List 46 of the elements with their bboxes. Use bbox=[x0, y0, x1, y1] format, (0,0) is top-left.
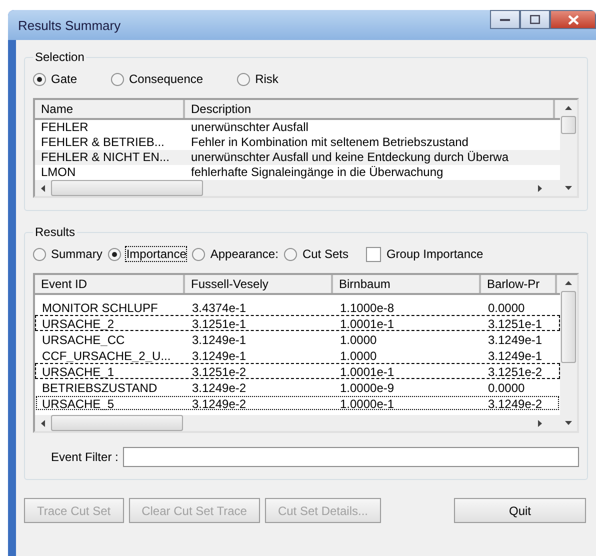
scroll-left-icon[interactable] bbox=[41, 420, 45, 426]
horizontal-scrollbar[interactable] bbox=[35, 180, 560, 196]
scroll-down-icon[interactable] bbox=[565, 186, 572, 190]
scroll-left-icon[interactable] bbox=[41, 184, 45, 192]
column-header[interactable]: Event ID bbox=[35, 275, 185, 293]
group-title: Results bbox=[34, 225, 76, 239]
close-button[interactable] bbox=[550, 10, 596, 29]
group-title: Selection bbox=[34, 50, 86, 64]
table-row[interactable]: MONITOR SCHLUPF 3.4374e-1 1.1000e-8 0.0000 bbox=[35, 299, 560, 315]
radio-option[interactable]: Importance bbox=[108, 247, 186, 261]
vertical-scrollbar[interactable] bbox=[560, 100, 577, 196]
column-header[interactable]: Barlow-Pr bbox=[481, 275, 557, 293]
list-row[interactable]: FEHLER unerwünschter Ausfall bbox=[35, 120, 560, 135]
table-row[interactable]: BETRIEBSZUSTAND 3.1249e-2 1.0000e-9 0.0000 bbox=[35, 379, 560, 395]
maximize-button[interactable] bbox=[520, 10, 550, 29]
scroll-down-icon[interactable] bbox=[565, 421, 572, 425]
radio-option[interactable]: Risk bbox=[237, 72, 278, 86]
dialog-button[interactable]: Quit bbox=[454, 498, 586, 523]
horizontal-scrollbar[interactable] bbox=[35, 415, 560, 431]
column-header[interactable]: Fussell-Vesely bbox=[185, 275, 333, 293]
radio-option[interactable]: Cut Sets bbox=[284, 247, 348, 261]
column-header[interactable]: Description bbox=[185, 100, 555, 118]
column-header[interactable]: Birnbaum bbox=[333, 275, 481, 293]
window-title: Results Summary bbox=[18, 18, 121, 32]
group-importance-checkbox[interactable]: Group Importance bbox=[366, 246, 484, 262]
column-header[interactable]: Name bbox=[35, 100, 185, 118]
scroll-thumb[interactable] bbox=[561, 291, 576, 363]
event-filter-field[interactable] bbox=[123, 447, 579, 467]
scroll-thumb[interactable] bbox=[561, 116, 576, 134]
list-row[interactable]: LMON fehlerhafte Signaleingänge in die Überwachung bbox=[35, 165, 560, 180]
radio-option[interactable]: Appearance: bbox=[192, 247, 278, 261]
scroll-up-icon[interactable] bbox=[565, 106, 572, 110]
scroll-thumb[interactable] bbox=[51, 180, 203, 196]
list-row[interactable]: FEHLER & BETRIEB... Fehler in Kombination mit seltenem Betriebszustand bbox=[35, 135, 560, 150]
maximize-icon bbox=[530, 15, 540, 24]
list-row[interactable]: FEHLER & NICHT EN... unerwünschter Ausfall und keine Entdeckung durch Überwa bbox=[35, 150, 560, 165]
scroll-up-icon[interactable] bbox=[565, 281, 572, 285]
field-label: Event Filter : bbox=[51, 450, 118, 464]
scroll-thumb[interactable] bbox=[51, 415, 183, 431]
vertical-scrollbar[interactable] bbox=[560, 275, 577, 431]
radio-option[interactable]: Summary bbox=[33, 247, 102, 261]
minimize-button[interactable] bbox=[490, 10, 520, 29]
radio-option[interactable]: Consequence bbox=[111, 72, 204, 86]
minimize-icon bbox=[500, 18, 510, 22]
close-icon bbox=[568, 14, 578, 24]
radio-option[interactable]: Gate bbox=[33, 72, 78, 86]
